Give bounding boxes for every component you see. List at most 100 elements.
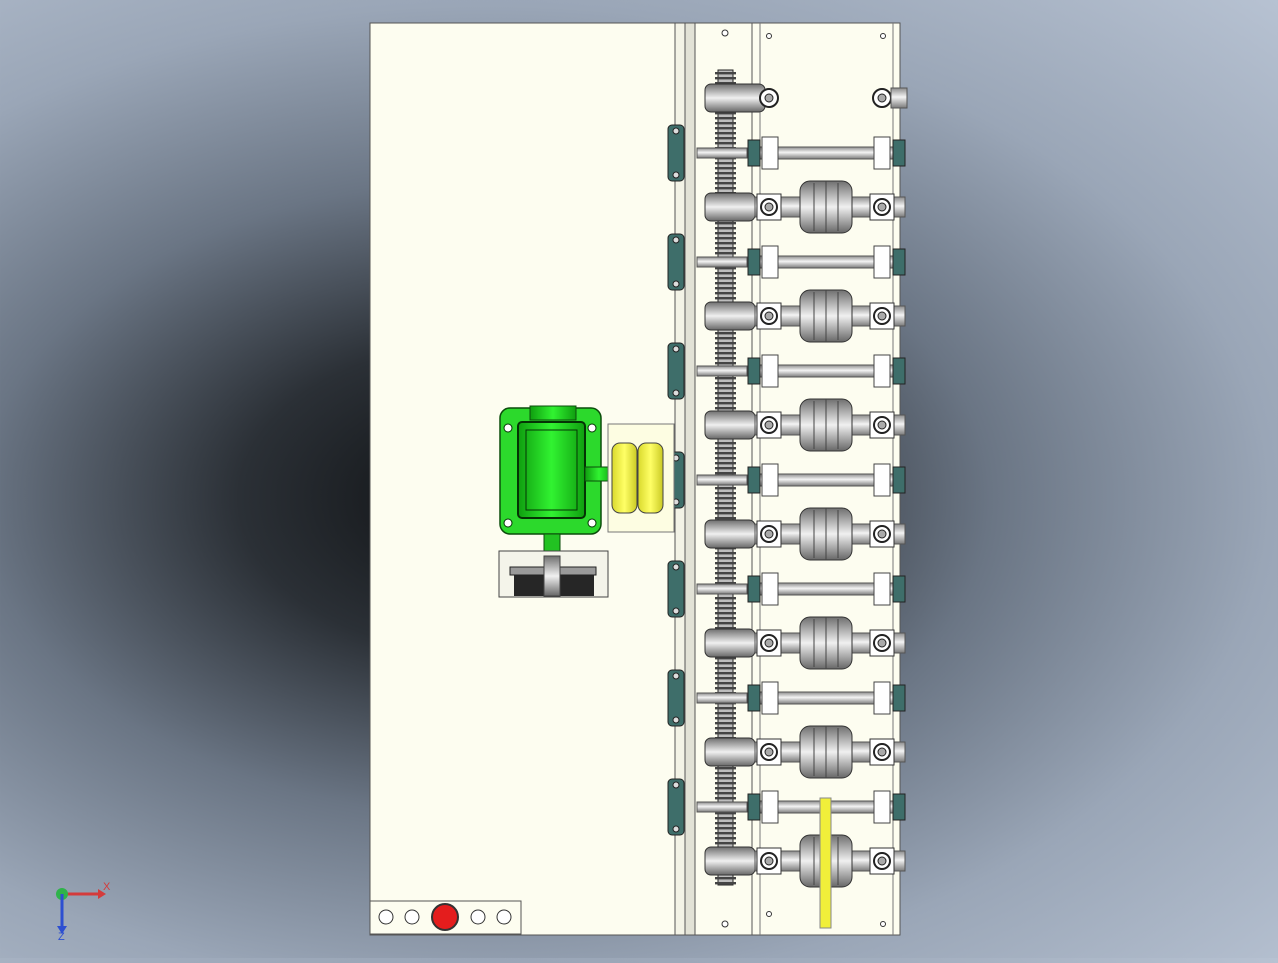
mount-hole [766,911,772,917]
gear-tooth [715,577,736,580]
side-rail-inner [684,22,696,936]
gear-tooth [715,457,736,460]
gear-tooth [715,682,736,685]
gear-tooth [715,557,736,560]
gear-tooth [715,487,736,490]
bearing-core [877,638,887,648]
mount-hole [721,29,729,37]
gear-tooth [715,827,736,830]
gear-tooth [715,292,736,295]
side-bearing-bolt [672,672,680,680]
guide-bearing [747,684,761,712]
guide-block [873,681,891,715]
z-axis-label: Z [58,931,65,942]
gear-tooth [715,562,736,565]
gear-tooth [715,472,736,475]
gear-tooth [715,237,736,240]
motor-body [517,421,586,519]
bearing-core [764,420,774,430]
guide-block [873,245,891,279]
guide-rod-left [696,474,748,486]
gear-tooth [715,772,736,775]
gear-tooth [715,602,736,605]
gear-tooth [715,382,736,385]
control-button[interactable] [378,909,394,925]
side-bearing-bolt [672,280,680,288]
control-button[interactable] [496,909,512,925]
guide-rod-left [696,692,748,704]
shaft-end [890,87,908,109]
bearing-core [877,93,887,103]
gear-tooth [715,717,736,720]
guide-bearing [747,793,761,821]
emergency-stop-button[interactable] [431,903,459,931]
gear-tooth [715,397,736,400]
guide-bearing [892,466,906,494]
side-bearing-bolt [672,127,680,135]
gear-tooth [715,512,736,515]
guide-bearing [747,466,761,494]
cad-viewport[interactable]: X Z [0,0,1278,958]
gear-tooth [715,687,736,690]
gear-tooth [715,332,736,335]
gear-tooth [715,387,736,390]
drive-hub [704,846,756,876]
gear-tooth [715,502,736,505]
gear-tooth [715,282,736,285]
side-bearing-bolt [672,345,680,353]
guide-rod-left [696,583,748,595]
x-axis-label: X [103,881,111,893]
gear-tooth [715,517,736,520]
guide-block [761,136,779,170]
bearing-core [877,747,887,757]
side-bearing [667,124,685,182]
side-bearing-bolt [672,563,680,571]
gear-tooth [715,787,736,790]
mount-hole [880,33,886,39]
control-button[interactable] [470,909,486,925]
gear-tooth [715,447,736,450]
side-bearing [667,342,685,400]
side-bearing-bolt [672,716,680,724]
gear-tooth [715,817,736,820]
guide-rod-left [696,801,748,813]
gear-tooth [715,242,736,245]
gear-tooth [715,767,736,770]
guide-block [761,790,779,824]
guide-bearing [747,575,761,603]
gear-tooth [715,182,736,185]
gear-tooth [715,782,736,785]
gear-tooth [715,297,736,300]
gear-tooth [715,567,736,570]
guide-bearing [747,248,761,276]
gear-tooth [715,662,736,665]
gear-tooth [715,552,736,555]
guide-rod-left [696,147,748,159]
bearing-core [877,311,887,321]
gear-tooth [715,177,736,180]
guide-block [873,790,891,824]
gear-tooth [715,232,736,235]
gear-tooth [715,337,736,340]
gear-tooth [715,247,736,250]
gear-tooth [715,122,736,125]
drive-motor-assembly[interactable] [499,405,614,555]
control-button[interactable] [404,909,420,925]
coupling-disc[interactable] [637,442,664,514]
drive-hub [704,737,756,767]
coupling-disc[interactable] [611,442,638,514]
gear-tooth [715,352,736,355]
gear-tooth [715,622,736,625]
gear-tooth [715,442,736,445]
side-bearing-bolt [672,236,680,244]
gear-tooth [715,362,736,365]
gear-tooth [715,797,736,800]
gear-tooth [715,507,736,510]
gear-tooth [715,347,736,350]
mount-hole [880,921,886,927]
gear-tooth [715,837,736,840]
machine-model[interactable] [0,0,1278,958]
guide-bearing [892,357,906,385]
drive-hub [704,83,766,113]
axis-triad: X Z [56,881,111,942]
